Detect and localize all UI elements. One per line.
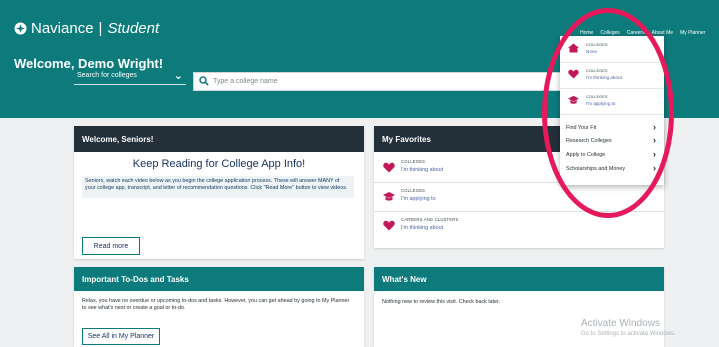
naviance-logo-icon bbox=[14, 22, 27, 35]
announcement-text: Seniors, watch each video below as you b… bbox=[85, 178, 348, 191]
todos-message: Relax, you have no overdue or upcoming t… bbox=[82, 298, 350, 311]
search-icon bbox=[199, 76, 209, 86]
welcome-seniors-panel: Welcome, Seniors! Keep Reading for Colle… bbox=[74, 126, 364, 259]
brand-separator: | bbox=[98, 20, 103, 37]
favorite-status[interactable]: I'm applying to bbox=[401, 196, 436, 202]
favorite-type: COLLEGES bbox=[401, 188, 426, 193]
favorite-type: CAREERS AND CLUSTERS bbox=[401, 217, 459, 222]
highlight-circle-annotation bbox=[542, 8, 674, 218]
todos-tasks-panel: Important To-Dos and Tasks Relax, you ha… bbox=[74, 267, 364, 347]
college-search-box[interactable] bbox=[193, 72, 565, 91]
chevron-down-icon: ⌄ bbox=[173, 70, 183, 82]
graduation-cap-icon bbox=[383, 192, 395, 201]
windows-activation-watermark: Activate Windows Go to Settings to activ… bbox=[581, 318, 676, 337]
favorite-status[interactable]: I'm thinking about bbox=[401, 225, 443, 231]
panel-title: Important To-Dos and Tasks bbox=[74, 267, 364, 291]
panel-title: What's New bbox=[374, 267, 664, 291]
favorite-status[interactable]: I'm thinking about bbox=[401, 167, 443, 173]
read-more-button[interactable]: Read more bbox=[82, 237, 140, 255]
search-type-label: Search for colleges bbox=[77, 72, 137, 79]
heart-icon bbox=[383, 220, 395, 231]
brand-name: Naviance bbox=[31, 20, 94, 37]
panel-title: Welcome, Seniors! bbox=[74, 126, 364, 152]
heart-icon bbox=[383, 162, 395, 173]
favorite-type: COLLEGES bbox=[401, 159, 426, 164]
announcement-body: Seniors, watch each video below as you b… bbox=[82, 176, 354, 198]
college-search-input[interactable] bbox=[213, 74, 553, 88]
favorite-item[interactable]: CAREERS AND CLUSTERS I'm thinking about bbox=[374, 212, 664, 240]
search-type-select[interactable]: Search for colleges ⌄ bbox=[74, 70, 186, 85]
product-name: Student bbox=[107, 20, 160, 37]
naviance-logo[interactable]: Naviance | Student bbox=[14, 20, 159, 37]
whats-new-message: Nothing new to review this visit. Check … bbox=[382, 299, 501, 305]
nav-my-planner[interactable]: My Planner bbox=[680, 30, 705, 36]
watermark-subtitle: Go to Settings to activate Windows. bbox=[581, 331, 676, 337]
watermark-title: Activate Windows bbox=[581, 318, 660, 329]
announcement-heading: Keep Reading for College App Info! bbox=[132, 158, 306, 170]
welcome-heading: Welcome, Demo Wright! bbox=[14, 56, 164, 71]
